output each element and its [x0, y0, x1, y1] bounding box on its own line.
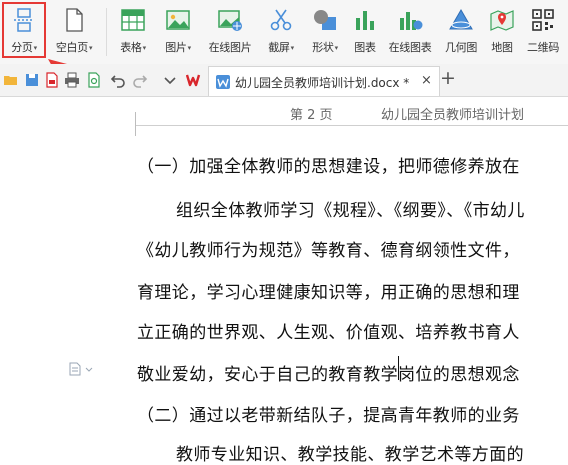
paragraph-line[interactable]: 组织全体教师学习《规程》、《纲要》、《市幼儿 — [176, 196, 525, 221]
blank-page-dropdown-icon[interactable]: ▾ — [89, 44, 93, 52]
blank-page-button[interactable]: 空白页▾ — [48, 2, 100, 60]
header-page-number: 第 2 页 — [290, 108, 333, 123]
paragraph-line[interactable]: 敬业爱幼，安心于自己的教育教学岗位的思想观念 — [137, 360, 520, 385]
scissors-icon — [270, 9, 292, 31]
chart-button[interactable]: 图表 — [348, 2, 382, 60]
online-picture-icon — [218, 10, 242, 31]
paragraph-line[interactable]: 立正确的世界观、人生观、价值观、培养教书育人 — [137, 318, 520, 343]
screenshot-label: 截屏 — [268, 41, 290, 54]
screenshot-button[interactable]: 截屏▾ — [260, 2, 302, 60]
quick-access-and-tab-bar: 幼儿园全员教师培训计划.docx * × + — [0, 64, 568, 97]
online-chart-icon — [400, 12, 423, 30]
customize-toolbar-icon[interactable] — [162, 72, 178, 88]
paragraph-layout-icon[interactable] — [68, 362, 96, 376]
screenshot-dropdown-icon[interactable]: ▾ — [291, 44, 295, 52]
export-pdf-icon[interactable] — [44, 72, 60, 88]
open-folder-icon[interactable] — [3, 72, 19, 88]
ribbon-divider — [106, 8, 107, 56]
picture-button[interactable]: 图片▾ — [156, 2, 200, 60]
insert-ribbon: 分页▾ 空白页▾ 表格▾ 图片▾ 在线图片 截屏▾ 形状▾ 图表 在线图表 几何… — [0, 0, 568, 64]
online-chart-button[interactable]: 在线图表 — [384, 2, 436, 60]
table-label: 表格 — [120, 41, 142, 54]
page-margin-marker — [135, 112, 136, 136]
new-tab-icon[interactable]: + — [440, 67, 456, 89]
table-icon — [121, 9, 145, 31]
save-icon[interactable] — [24, 72, 40, 88]
picture-icon — [166, 10, 190, 30]
chart-icon — [356, 11, 374, 30]
print-icon[interactable] — [64, 72, 80, 88]
undo-icon[interactable] — [110, 72, 126, 88]
paragraph-line[interactable]: （二）通过以老带新结队子，提高青年教师的业务 — [137, 401, 520, 426]
picture-label: 图片 — [165, 41, 187, 54]
page-header-rule — [136, 125, 568, 126]
shape-icon — [314, 10, 336, 30]
picture-dropdown-icon[interactable]: ▾ — [188, 44, 192, 52]
qrcode-icon — [532, 9, 554, 31]
map-icon — [490, 10, 514, 31]
table-dropdown-icon[interactable]: ▾ — [143, 44, 147, 52]
paragraph-line[interactable]: 《幼儿教师行为规范》等教育、德育纲领性文件， — [137, 236, 520, 261]
qrcode-button[interactable]: 二维码 — [522, 2, 564, 60]
document-tab-title: 幼儿园全员教师培训计划.docx * — [235, 76, 410, 90]
chart-label: 图表 — [354, 41, 376, 54]
print-preview-icon[interactable] — [86, 72, 102, 88]
shape-dropdown-icon[interactable]: ▾ — [335, 44, 339, 52]
header-document-title: 幼儿园全员教师培训计划 — [381, 108, 525, 123]
wps-logo-icon[interactable] — [186, 72, 204, 88]
blank-page-label: 空白页 — [55, 41, 88, 54]
document-canvas[interactable] — [0, 97, 568, 452]
online-picture-label: 在线图片 — [208, 41, 252, 54]
table-button[interactable]: 表格▾ — [112, 2, 154, 60]
geometry-button[interactable]: 几何图 — [440, 2, 482, 60]
shape-button[interactable]: 形状▾ — [305, 2, 345, 60]
close-tab-icon[interactable]: × — [421, 73, 432, 88]
map-label: 地图 — [491, 41, 513, 54]
writer-doc-icon — [216, 75, 230, 89]
paragraph-line[interactable]: 教师专业知识、教学技能、教学艺术等方面的 — [176, 440, 524, 465]
map-button[interactable]: 地图 — [485, 2, 519, 60]
page-break-highlight-box — [2, 2, 46, 58]
document-tab[interactable]: 幼儿园全员教师培训计划.docx * × — [208, 66, 440, 96]
online-picture-button[interactable]: 在线图片 — [203, 2, 257, 60]
text-cursor — [398, 356, 399, 380]
shape-label: 形状 — [312, 41, 334, 54]
geometry-icon — [449, 9, 473, 30]
qrcode-label: 二维码 — [526, 41, 560, 54]
geometry-label: 几何图 — [444, 41, 478, 54]
online-chart-label: 在线图表 — [388, 41, 432, 54]
paragraph-line[interactable]: 育理论，学习心理健康知识等，用正确的思想和理 — [137, 278, 520, 303]
redo-icon[interactable] — [132, 72, 148, 88]
blank-page-icon — [66, 8, 83, 32]
paragraph-line[interactable]: （一）加强全体教师的思想建设，把师德修养放在 — [137, 152, 520, 177]
